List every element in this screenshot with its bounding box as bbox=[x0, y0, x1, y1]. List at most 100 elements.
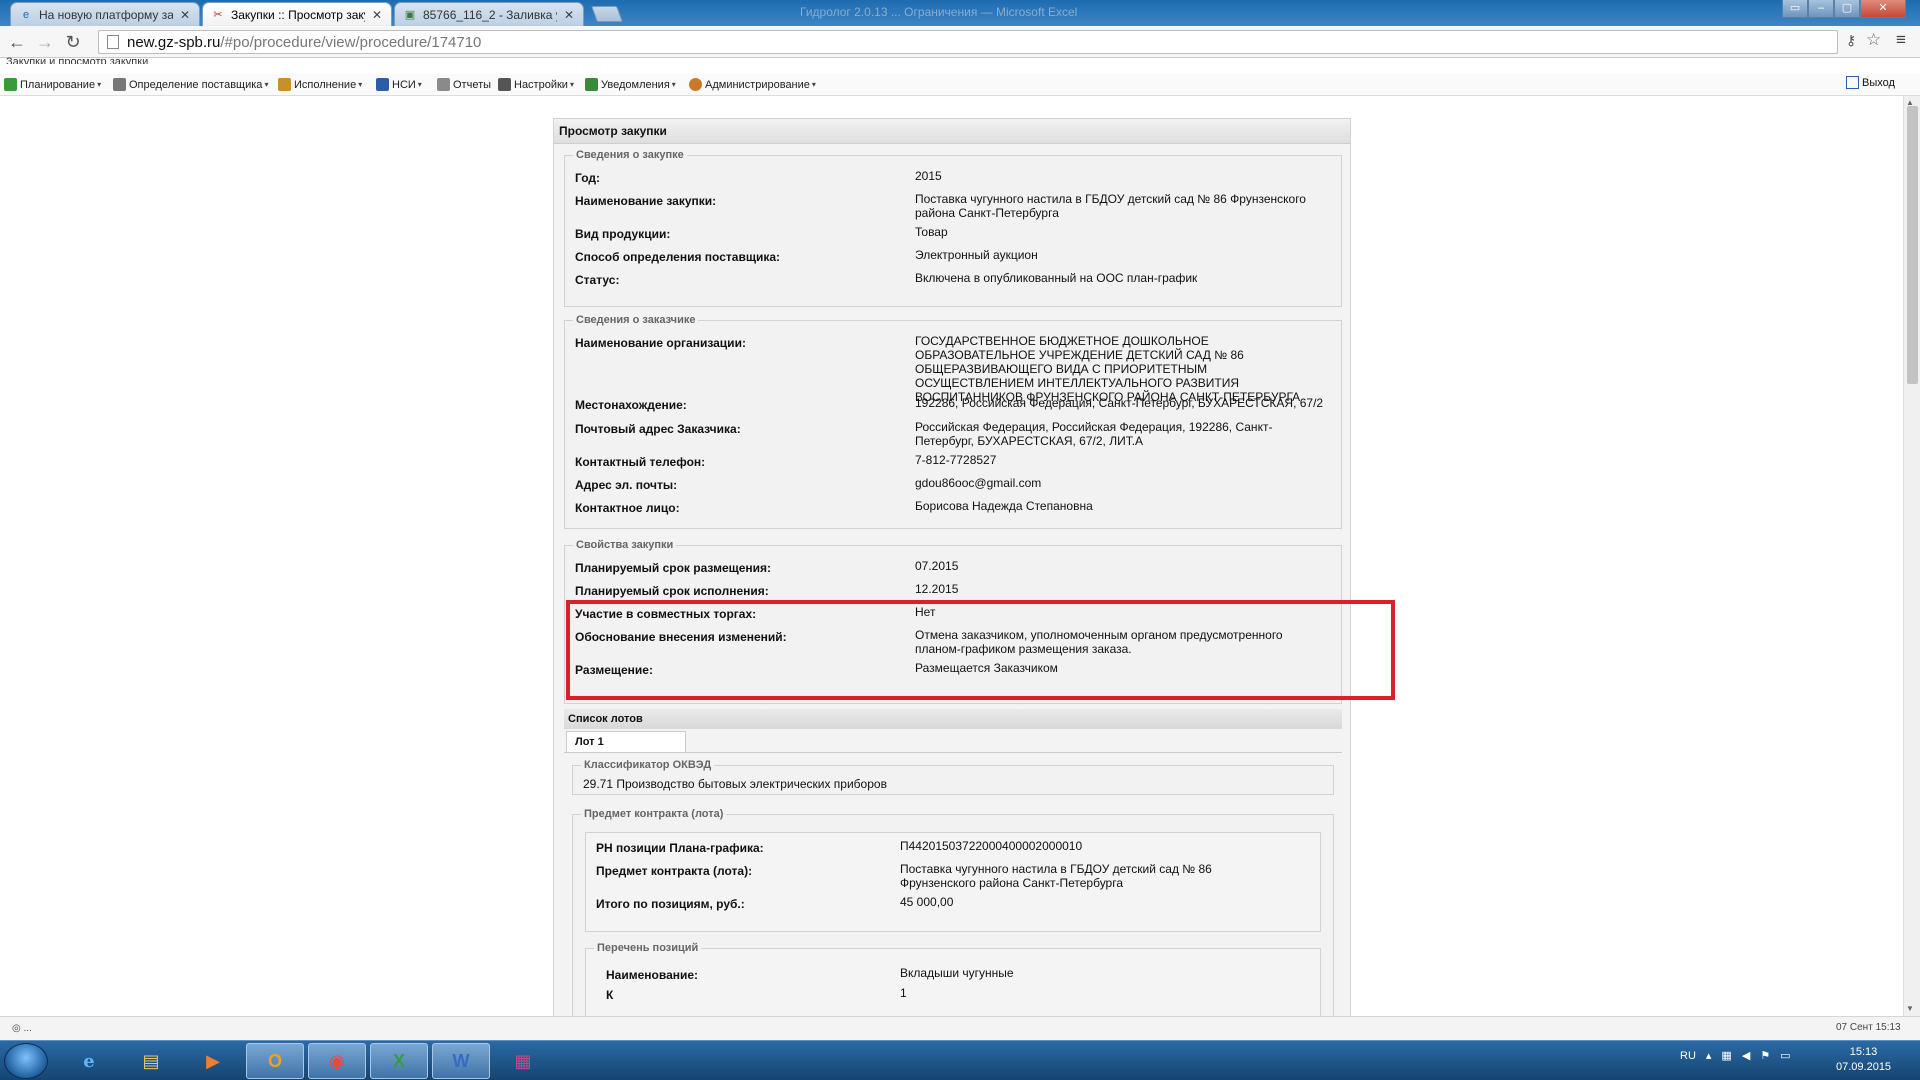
chrome-menu-icon[interactable]: ≡ bbox=[1896, 30, 1906, 50]
menu-label: Уведомления bbox=[601, 78, 670, 91]
exit-button[interactable]: Выход bbox=[1846, 76, 1895, 89]
excel-icon[interactable]: X bbox=[370, 1043, 428, 1079]
menu-admin[interactable]: Администрирование ▾ bbox=[689, 78, 816, 91]
url-host: new.gz-spb.ru bbox=[127, 33, 221, 51]
exit-label: Выход bbox=[1862, 76, 1895, 89]
field-label: РН позиции Плана-графика: bbox=[596, 841, 764, 855]
menu-supplier[interactable]: Определение поставщика ▾ bbox=[113, 78, 268, 91]
menu-reports[interactable]: Отчеты bbox=[437, 78, 493, 91]
tab-lot-1[interactable]: Лот 1 bbox=[566, 731, 686, 753]
status-bar: ◎ ... 07 Сент 15:13 bbox=[0, 1016, 1920, 1040]
tab-new-platform[interactable]: e На новую платформу за ✕ bbox=[10, 2, 200, 26]
menu-label: Исполнение bbox=[294, 78, 357, 91]
tray-expand-icon[interactable]: ▴ bbox=[1706, 1049, 1712, 1062]
browser-toolbar: ← → ↻ new.gz-spb.ru/#po/procedure/view/p… bbox=[0, 26, 1920, 58]
tab-purchase-view[interactable]: ✂ Закупки :: Просмотр заку ✕ bbox=[202, 2, 392, 26]
field-label: Почтовый адрес Заказчика: bbox=[575, 422, 741, 436]
tab-close-icon[interactable]: ✕ bbox=[563, 9, 575, 21]
back-icon[interactable]: ← bbox=[8, 33, 26, 51]
restore-icon[interactable]: – bbox=[1808, 0, 1834, 18]
image-icon: ▣ bbox=[404, 9, 416, 21]
highlight-annotation bbox=[566, 600, 1395, 700]
field-value: Электронный аукцион bbox=[915, 248, 1038, 262]
new-tab-button[interactable] bbox=[591, 6, 623, 22]
ie-icon: e bbox=[22, 8, 30, 21]
field-value: 07.2015 bbox=[915, 559, 959, 573]
chevron-down-icon: ▾ bbox=[97, 80, 102, 89]
purchase-info-legend: Сведения о закупке bbox=[576, 149, 684, 161]
scroll-up-icon[interactable]: ▲ bbox=[1906, 98, 1914, 107]
field-label: Способ определения поставщика: bbox=[575, 250, 781, 264]
action-center-icon[interactable]: ▭ bbox=[1780, 1049, 1790, 1062]
field-value: 1 bbox=[900, 986, 907, 1000]
network-icon[interactable]: ▦ bbox=[1721, 1049, 1731, 1062]
field-value: 12.2015 bbox=[915, 582, 959, 596]
explorer-icon[interactable]: ▤ bbox=[122, 1043, 180, 1079]
customer-info-group: Сведения о заказчике Наименование органи… bbox=[564, 314, 1342, 529]
menu-settings[interactable]: Настройки ▾ bbox=[498, 78, 574, 91]
chevron-down-icon: ▾ bbox=[358, 80, 363, 89]
field-value: Поставка чугунного настила в ГБДОУ детск… bbox=[900, 862, 1212, 890]
tab-close-icon[interactable]: ✕ bbox=[371, 9, 383, 21]
field-label: Контактный телефон: bbox=[575, 455, 706, 469]
contract-subject-legend: Предмет контракта (лота) bbox=[584, 808, 724, 820]
window-title: Гидролог 2.0.13 ... Ограничения — Micros… bbox=[800, 5, 1078, 19]
close-window-icon[interactable]: ✕ bbox=[1860, 0, 1906, 18]
ie-icon[interactable]: e bbox=[60, 1043, 118, 1079]
tools-icon: ✂ bbox=[213, 9, 223, 21]
address-bar[interactable]: new.gz-spb.ru/#po/procedure/view/procedu… bbox=[98, 30, 1838, 54]
contract-subject-group: Предмет контракта (лота) РН позиции План… bbox=[572, 808, 1334, 1017]
field-value: 45 000,00 bbox=[900, 895, 954, 909]
language-indicator[interactable]: RU bbox=[1680, 1050, 1696, 1062]
browser-tab-strip: e На новую платформу за ✕ ✂ Закупки :: П… bbox=[0, 0, 1920, 26]
field-value: 7-812-7728527 bbox=[915, 453, 997, 467]
positions-group: Перечень позиций Наименование: Вкладыши … bbox=[585, 942, 1321, 1017]
field-value: Поставка чугунного настила в ГБДОУ детск… bbox=[915, 192, 1306, 220]
reload-icon[interactable]: ↻ bbox=[64, 33, 82, 51]
minimize-icon[interactable]: ▭ bbox=[1782, 0, 1808, 18]
volume-icon[interactable]: ◀ bbox=[1742, 1049, 1750, 1062]
taskbar-clock[interactable]: 15:13 07.09.2015 bbox=[1836, 1045, 1891, 1075]
field-label: Наименование организации: bbox=[575, 336, 746, 350]
field-value: Борисова Надежда Степановна bbox=[915, 499, 1093, 513]
okved-value: 29.71 Производство бытовых электрических… bbox=[583, 777, 887, 791]
menu-label: Планирование bbox=[20, 78, 96, 91]
menu-label: Настройки bbox=[514, 78, 568, 91]
field-value: Включена в опубликованный на ООС план-гр… bbox=[915, 271, 1198, 285]
chevron-down-icon: ▾ bbox=[569, 80, 574, 89]
media-player-icon[interactable]: ▶ bbox=[184, 1043, 242, 1079]
chrome-icon[interactable]: ◉ bbox=[308, 1043, 366, 1079]
start-button[interactable] bbox=[4, 1043, 48, 1079]
page-icon bbox=[107, 35, 119, 49]
tab-close-icon[interactable]: ✕ bbox=[179, 9, 191, 21]
field-label: Год: bbox=[575, 171, 600, 185]
menu-execution[interactable]: Исполнение ▾ bbox=[278, 78, 362, 91]
scroll-down-icon[interactable]: ▼ bbox=[1906, 1004, 1914, 1013]
field-value: ГОСУДАРСТВЕННОЕ БЮДЖЕТНОЕ ДОШКОЛЬНОЕ ОБР… bbox=[915, 334, 1301, 404]
field-label: Статус: bbox=[575, 273, 620, 287]
chevron-down-icon: ▾ bbox=[811, 80, 816, 89]
bookmark-star-icon[interactable]: ☆ bbox=[1866, 30, 1881, 50]
key-icon[interactable]: ⚷ bbox=[1846, 32, 1856, 49]
field-label: Наименование закупки: bbox=[575, 194, 717, 208]
menu-nsi[interactable]: НСИ ▾ bbox=[376, 78, 422, 91]
menu-planning[interactable]: Планирование ▾ bbox=[4, 78, 101, 91]
scrollbar-thumb[interactable] bbox=[1907, 106, 1918, 384]
positions-legend: Перечень позиций bbox=[597, 942, 699, 954]
page-scrollbar[interactable] bbox=[1903, 96, 1920, 1016]
field-label: Планируемый срок исполнения: bbox=[575, 584, 769, 598]
purchase-properties-legend: Свойства закупки bbox=[576, 539, 674, 551]
flag-icon[interactable]: ⚑ bbox=[1760, 1049, 1770, 1062]
maximize-icon[interactable]: ▢ bbox=[1834, 0, 1860, 18]
field-label: Адрес эл. почты: bbox=[575, 478, 678, 492]
menu-notifications[interactable]: Уведомления ▾ bbox=[585, 78, 676, 91]
field-value: Товар bbox=[915, 225, 948, 239]
purchase-view-panel: Просмотр закупки Сведения о закупке Год:… bbox=[553, 118, 1351, 1018]
outlook-icon[interactable]: O bbox=[246, 1043, 304, 1079]
word-icon[interactable]: W bbox=[432, 1043, 490, 1079]
forward-icon[interactable]: → bbox=[36, 33, 54, 51]
panel-title: Просмотр закупки bbox=[554, 119, 1350, 144]
tab-image[interactable]: ▣ 85766_116_2 - Заливка у ✕ bbox=[394, 2, 584, 26]
winrar-icon[interactable]: ▦ bbox=[494, 1043, 552, 1079]
field-value: Вкладыши чугунные bbox=[900, 966, 1014, 980]
